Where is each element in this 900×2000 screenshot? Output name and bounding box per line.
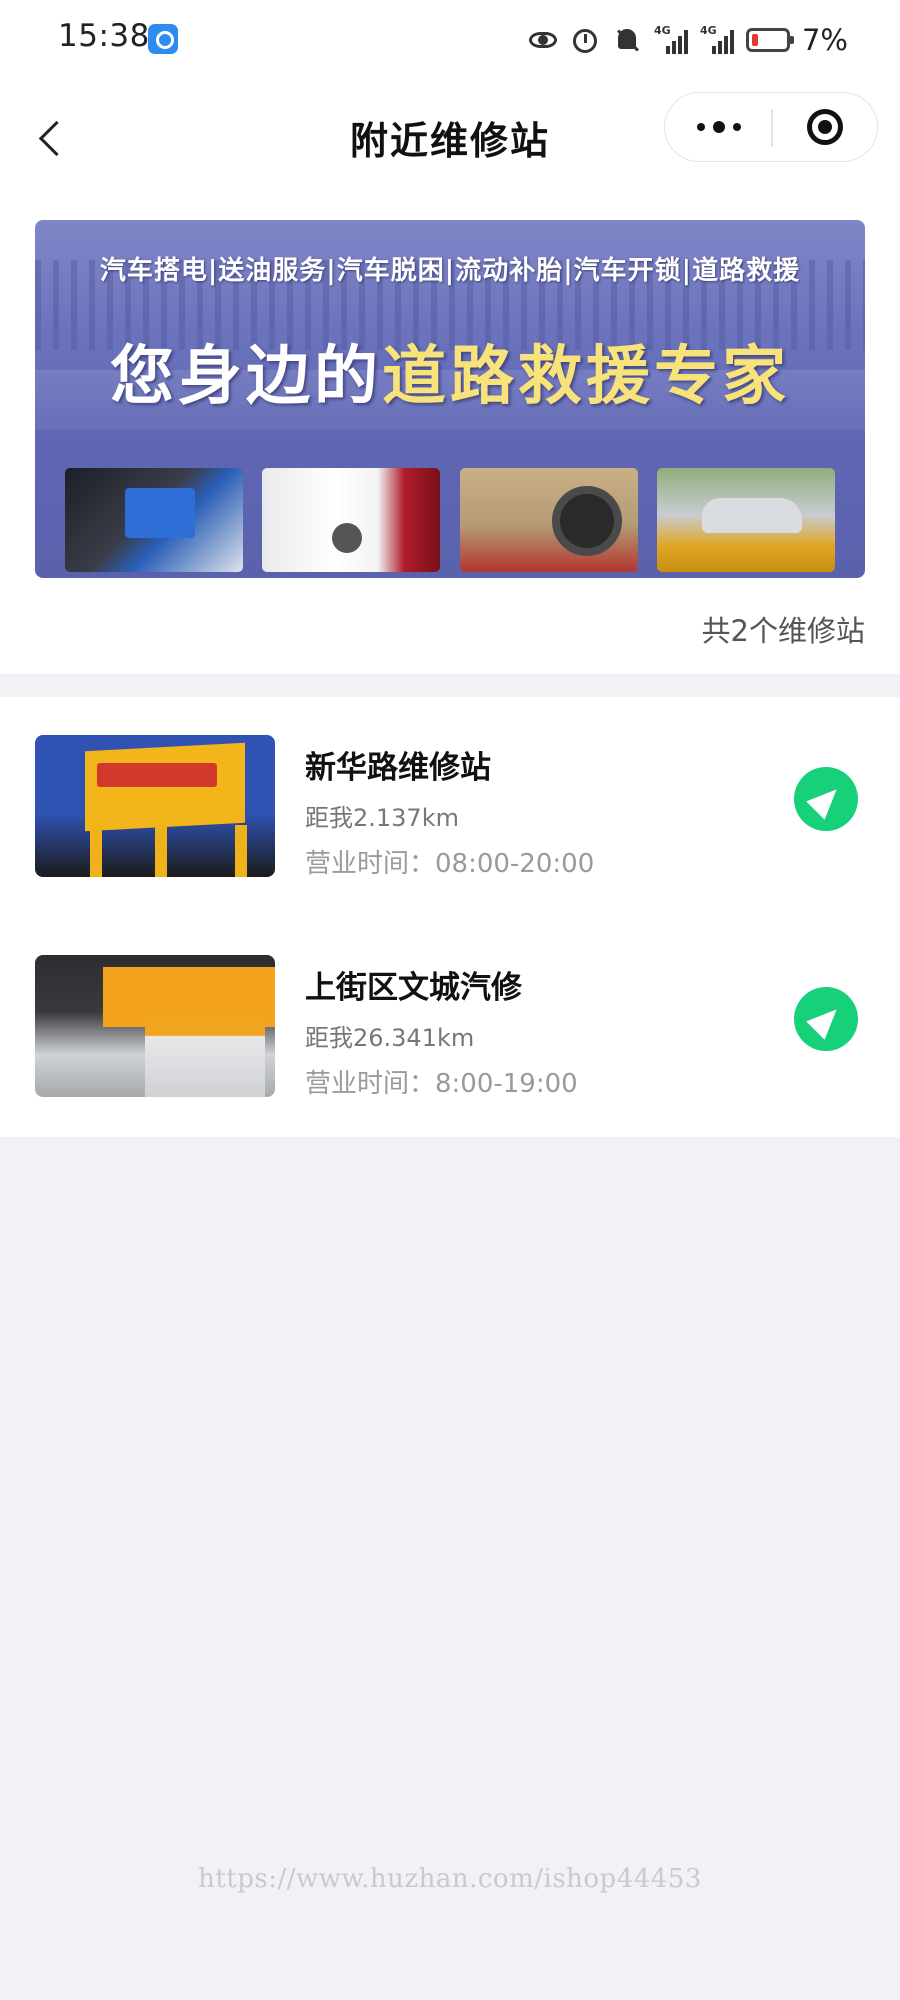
station-item[interactable]: 新华路维修站 距我2.137km 营业时间：08:00-20:00 <box>0 697 900 917</box>
station-name: 新华路维修站 <box>305 750 491 786</box>
navbar: 附近维修站 <box>0 80 900 190</box>
thumb-pillar <box>235 825 247 877</box>
dot-icon <box>697 123 705 131</box>
close-miniprogram-button[interactable] <box>773 93 877 161</box>
station-count: 共2个维修站 <box>701 614 865 648</box>
thumb-sign-band <box>97 763 217 787</box>
status-time: 15:38 <box>58 18 150 54</box>
station-thumbnail <box>35 735 275 877</box>
bell-muted-icon <box>612 25 642 55</box>
app-notification-icon <box>148 24 178 54</box>
thumb-gate <box>145 1015 265 1097</box>
watermark: https://www.huzhan.com/ishop44453 <box>198 1864 702 1894</box>
dot-icon <box>713 121 725 133</box>
station-hours: 营业时间：08:00-20:00 <box>305 849 595 879</box>
banner-headline-yellow: 道路救援专家 <box>382 339 790 414</box>
banner-services-text: 汽车搭电|送油服务|汽车脱困|流动补胎|汽车开锁|道路救援 <box>99 256 801 286</box>
tow-truck-photo <box>656 468 835 572</box>
rescue-banner[interactable]: 汽车搭电|送油服务|汽车脱困|流动补胎|汽车开锁|道路救援 您身边的道路救援专家 <box>35 220 865 578</box>
station-item[interactable]: 上街区文城汽修 距我26.341km 营业时间：8:00-19:00 <box>0 917 900 1137</box>
station-list: 新华路维修站 距我2.137km 营业时间：08:00-20:00 上街区文城汽… <box>0 697 900 1137</box>
station-distance: 距我2.137km <box>305 804 459 832</box>
station-name: 上街区文城汽修 <box>305 970 522 1006</box>
jump-start-photo <box>65 468 243 572</box>
station-distance: 距我26.341km <box>305 1024 475 1052</box>
navigate-button[interactable] <box>794 987 858 1051</box>
fuel-delivery-photo <box>262 468 441 572</box>
thumb-pillar <box>90 825 102 877</box>
signal-icon: 4G <box>699 24 734 54</box>
banner-headline: 您身边的道路救援专家 <box>35 325 865 417</box>
battery-percent: 7% <box>801 23 848 57</box>
status-bar: 15:38 4G 4G 7% <box>0 0 900 80</box>
navigate-button[interactable] <box>794 767 858 831</box>
dot-icon <box>733 123 741 131</box>
battery-icon <box>745 28 794 52</box>
status-icons: 4G 4G 7% <box>528 20 848 60</box>
station-hours: 营业时间：8:00-19:00 <box>305 1069 578 1099</box>
banner-photos <box>65 468 835 572</box>
more-button[interactable] <box>665 93 771 161</box>
signal-icon: 4G <box>653 24 688 54</box>
network-tag: 4G <box>699 24 717 37</box>
top-section: 汽车搭电|送油服务|汽车脱困|流动补胎|汽车开锁|道路救援 您身边的道路救援专家… <box>0 190 900 674</box>
station-thumbnail <box>35 955 275 1097</box>
thumb-pillar <box>155 825 167 877</box>
miniprogram-capsule <box>664 92 878 162</box>
tire-repair-photo <box>459 468 638 572</box>
thumb-sign <box>85 742 245 832</box>
network-tag: 4G <box>653 24 671 37</box>
eye-icon <box>528 25 558 55</box>
banner-headline-white: 您身边的 <box>110 339 382 414</box>
alarm-icon <box>570 25 600 55</box>
